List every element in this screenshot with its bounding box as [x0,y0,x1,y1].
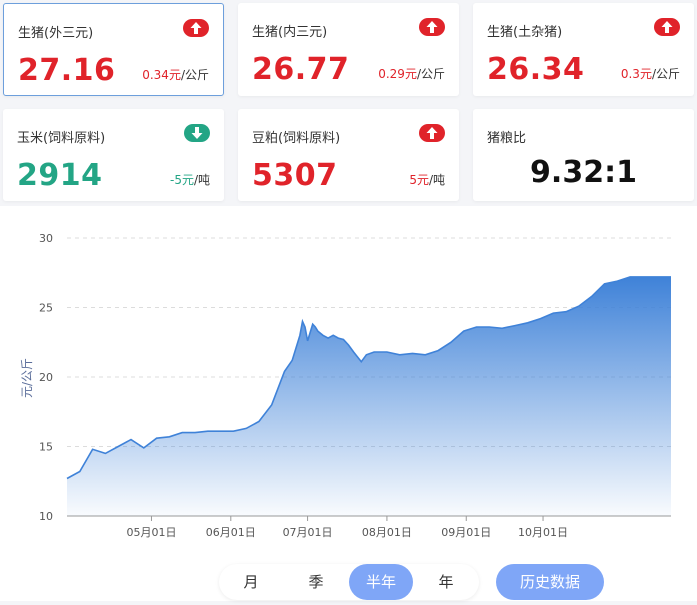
y-tick-label: 25 [39,302,53,315]
card-value: 27.16 [18,53,116,88]
price-card-pig-outer[interactable]: 生猪(外三元) 27.16 0.34元/公斤 [3,3,224,96]
tab-year[interactable]: 年 [414,564,478,600]
card-label: 生猪(土杂猪) [487,25,563,40]
price-area [67,276,671,516]
x-tick-label: 06月01日 [206,526,256,539]
card-label: 生猪(内三元) [252,25,328,40]
price-chart: 10 15 20 25 30 05月01日 06月01日 07月01日 08月01日 09月01… [0,206,697,601]
card-unit: /公斤 [180,68,209,82]
card-unit: /吨 [193,173,210,187]
y-tick-label: 15 [39,441,53,454]
price-card-pig-inner[interactable]: 生猪(内三元) 26.77 0.29元/公斤 [238,3,459,96]
card-label: 猪粮比 [487,131,527,146]
x-tick-label: 10月01日 [518,526,568,539]
tab-month[interactable]: 月 [219,564,283,600]
price-card-corn[interactable]: 玉米(饲料原料) 2914 -5元/吨 [3,109,224,201]
card-value: 26.34 [487,52,585,87]
y-tick-label: 30 [39,232,53,245]
card-change: -5元 [169,173,194,187]
up-arrow-icon [654,18,680,36]
card-label: 生猪(外三元) [18,26,94,41]
y-tick-label: 10 [39,510,53,523]
price-area-chart: 10 15 20 25 30 05月01日 06月01日 07月01日 08月01日 09月01… [20,232,671,539]
tab-half-year[interactable]: 半年 [349,564,413,600]
card-unit: /公斤 [651,67,680,81]
y-axis-label: 元/公斤 [20,358,34,398]
price-card-soymeal[interactable]: 豆粕(饲料原料) 5307 5元/吨 [238,109,459,201]
y-tick-label: 20 [39,371,53,384]
x-tick-label: 08月01日 [362,526,412,539]
card-change: 0.3元 [620,67,652,81]
x-tick-label: 07月01日 [283,526,333,539]
x-tick-label: 05月01日 [126,526,176,539]
card-unit: /吨 [428,173,445,187]
card-value: 2914 [17,158,103,193]
card-change: 0.29元 [378,67,417,81]
history-data-button[interactable]: 历史数据 [496,564,604,600]
up-arrow-icon [419,18,445,36]
pig-grain-ratio-card[interactable]: 猪粮比 9.32:1 [473,109,694,201]
up-arrow-icon [419,124,445,142]
card-change: 5元 [409,173,429,187]
x-tick-label: 09月01日 [441,526,491,539]
down-arrow-icon [184,124,210,142]
tab-quarter[interactable]: 季 [284,564,348,600]
card-label: 玉米(饲料原料) [17,131,106,146]
card-value: 26.77 [252,52,350,87]
card-value: 5307 [252,158,338,193]
ratio-value: 9.32:1 [530,155,637,190]
range-selector[interactable]: 月 季 半年 年 [219,564,479,600]
card-change: 0.34元 [142,68,181,82]
up-arrow-icon [183,19,209,37]
card-unit: /公斤 [416,67,445,81]
price-card-pig-mixed[interactable]: 生猪(土杂猪) 26.34 0.3元/公斤 [473,3,694,96]
card-label: 豆粕(饲料原料) [252,131,341,146]
